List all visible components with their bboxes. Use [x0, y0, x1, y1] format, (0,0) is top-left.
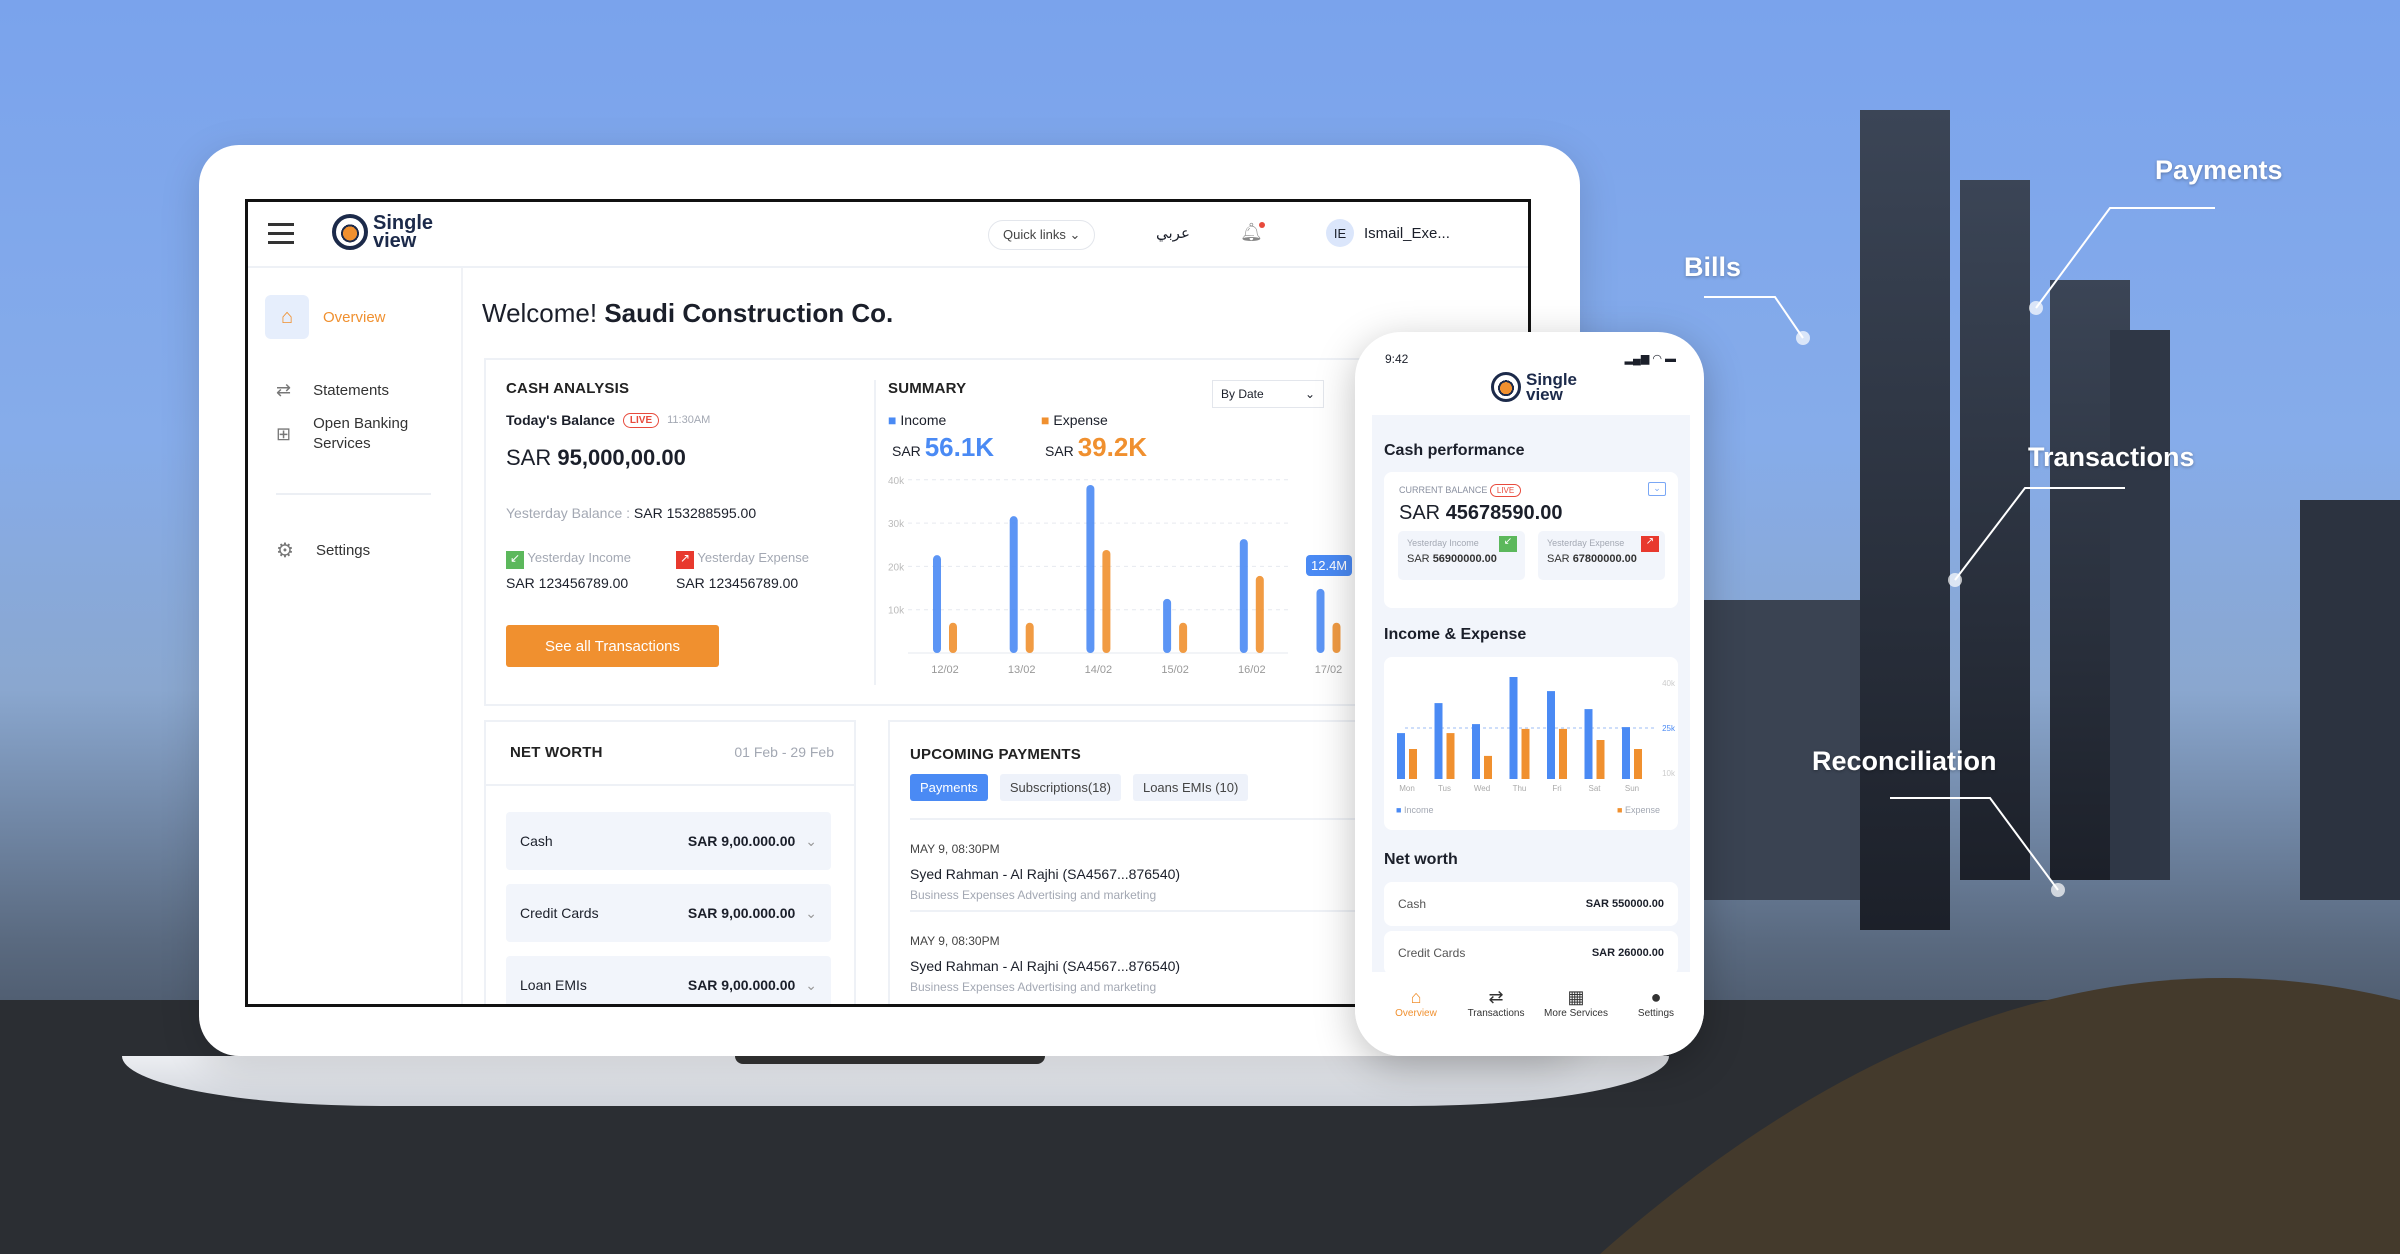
x-tick-label: 17/02 — [1315, 664, 1343, 676]
x-tick-label: 13/02 — [1008, 664, 1036, 676]
x-tick-label: 12/02 — [931, 664, 959, 676]
nav-label: Overview — [1395, 1008, 1437, 1019]
y-tick-label: 10k — [888, 606, 905, 617]
y-tick-label: 40k — [1662, 679, 1676, 688]
desktop-app: Single view Quick links ⌄ عربي 🔔︎ IE Isma… — [245, 199, 1531, 1007]
chart-tooltip: 12.4M — [1306, 555, 1353, 576]
tab-loans-emis[interactable]: Loans EMIs (10) — [1132, 774, 1249, 801]
y-tick-label: 20k — [888, 562, 905, 573]
nav-label: More Services — [1544, 1008, 1608, 1019]
x-tick-label: Sat — [1588, 784, 1601, 793]
chevron-down-icon[interactable]: ⌄ — [805, 833, 817, 850]
x-tick-label: 14/02 — [1085, 664, 1113, 676]
expense-bar — [1484, 755, 1492, 779]
home-icon: ⌂ — [1410, 987, 1422, 1007]
income-bar — [1547, 691, 1555, 779]
transfer-icon: ⇄ — [1488, 987, 1504, 1007]
laptop-notch — [735, 1056, 1045, 1064]
expense-bar — [1025, 622, 1034, 653]
callout-transactions: Transactions — [2028, 442, 2195, 472]
date-range: 01 Feb - 29 Feb — [734, 744, 834, 760]
income-bar — [1239, 539, 1248, 653]
x-tick-label: 15/02 — [1161, 664, 1189, 676]
x-tick-label: Thu — [1513, 784, 1527, 793]
expense-bar — [1179, 622, 1188, 653]
row-value: SAR 9,00.000.00 — [687, 977, 796, 993]
tab-subscriptions[interactable]: Subscriptions(18) — [999, 774, 1121, 801]
x-tick-label: Sun — [1625, 784, 1639, 793]
y-tick-label: 25k — [1662, 724, 1676, 733]
grid-icon: ▦ — [1567, 987, 1585, 1007]
expense-bar — [1409, 749, 1417, 779]
nav-transactions[interactable]: ⇄ Transactions — [1461, 987, 1531, 1019]
y-tick-label: 30k — [888, 519, 905, 530]
expense-bar — [949, 622, 957, 653]
expense-bar — [1559, 728, 1567, 779]
expense-bar — [1446, 733, 1455, 779]
expense-bar — [1332, 622, 1341, 653]
x-tick-label: Wed — [1474, 784, 1490, 793]
nav-label: Settings — [1637, 1008, 1675, 1019]
expense-bar — [1102, 549, 1111, 653]
chevron-down-icon[interactable]: ⌄ — [805, 977, 817, 994]
net-worth-row[interactable]: Credit Cards SAR 9,00.000.00 ⌄ — [506, 884, 831, 942]
expense-bar — [1596, 740, 1605, 779]
income-bar — [1163, 598, 1172, 653]
income-bar — [1009, 516, 1018, 653]
row-label: Cash — [520, 833, 553, 849]
income-bar — [1086, 484, 1095, 653]
row-value: SAR 9,00.000.00 — [687, 905, 796, 921]
expense-bar — [1255, 575, 1264, 653]
user-icon: ● — [1650, 987, 1662, 1007]
chevron-down-icon[interactable]: ⌄ — [805, 905, 817, 922]
callout-reconciliation: Reconciliation — [1812, 746, 1997, 776]
income-bar — [1472, 724, 1480, 779]
nav-settings[interactable]: ● Settings — [1621, 987, 1691, 1019]
nav-more-services[interactable]: ▦ More Services — [1541, 987, 1611, 1019]
x-tick-label: Fri — [1552, 784, 1562, 793]
income-bar — [1584, 709, 1593, 779]
net-worth-row[interactable]: Loan EMIs SAR 9,00.000.00 ⌄ — [506, 956, 831, 1004]
income-expense-chart: 10k 25k 40k Mon Tus Wed Thu Fri Sat Sun — [1397, 677, 1676, 793]
net-worth-row[interactable]: Cash SAR 9,00.000.00 ⌄ — [506, 812, 831, 870]
income-bar — [933, 555, 941, 653]
income-bar — [1316, 588, 1325, 653]
nav-label: Transactions — [1467, 1008, 1525, 1019]
row-label: Credit Cards — [520, 905, 599, 921]
section-title: UPCOMING PAYMENTS — [910, 746, 1081, 763]
income-bar — [1397, 733, 1405, 779]
expense-bar — [1521, 728, 1530, 779]
income-bar — [1622, 727, 1630, 779]
y-tick-label: 10k — [1662, 769, 1676, 778]
expense-bar — [1634, 749, 1642, 779]
net-worth-card: NET WORTH 01 Feb - 29 Feb Cash SAR 9,00.0… — [484, 720, 856, 1004]
callout-payments: Payments — [2155, 155, 2283, 185]
callout-bills: Bills — [1684, 252, 1742, 282]
phone-app: 9:42 ▂▄▆ ◠ ▬ Single view Cash performance… — [1355, 332, 1704, 1056]
x-tick-label: 16/02 — [1238, 664, 1266, 676]
payment-tabs: Payments Subscriptions(18) Loans EMIs (10) — [910, 774, 1260, 801]
x-tick-label: Tus — [1438, 784, 1451, 793]
section-title: NET WORTH — [510, 744, 603, 761]
tab-payments[interactable]: Payments — [910, 774, 988, 801]
x-tick-label: Mon — [1399, 784, 1415, 793]
income-bar — [1509, 677, 1518, 779]
y-tick-label: 40k — [888, 476, 905, 487]
nav-overview[interactable]: ⌂ Overview — [1381, 987, 1451, 1019]
income-bar — [1434, 703, 1443, 779]
row-label: Loan EMIs — [520, 977, 587, 993]
row-value: SAR 9,00.000.00 — [687, 833, 796, 849]
